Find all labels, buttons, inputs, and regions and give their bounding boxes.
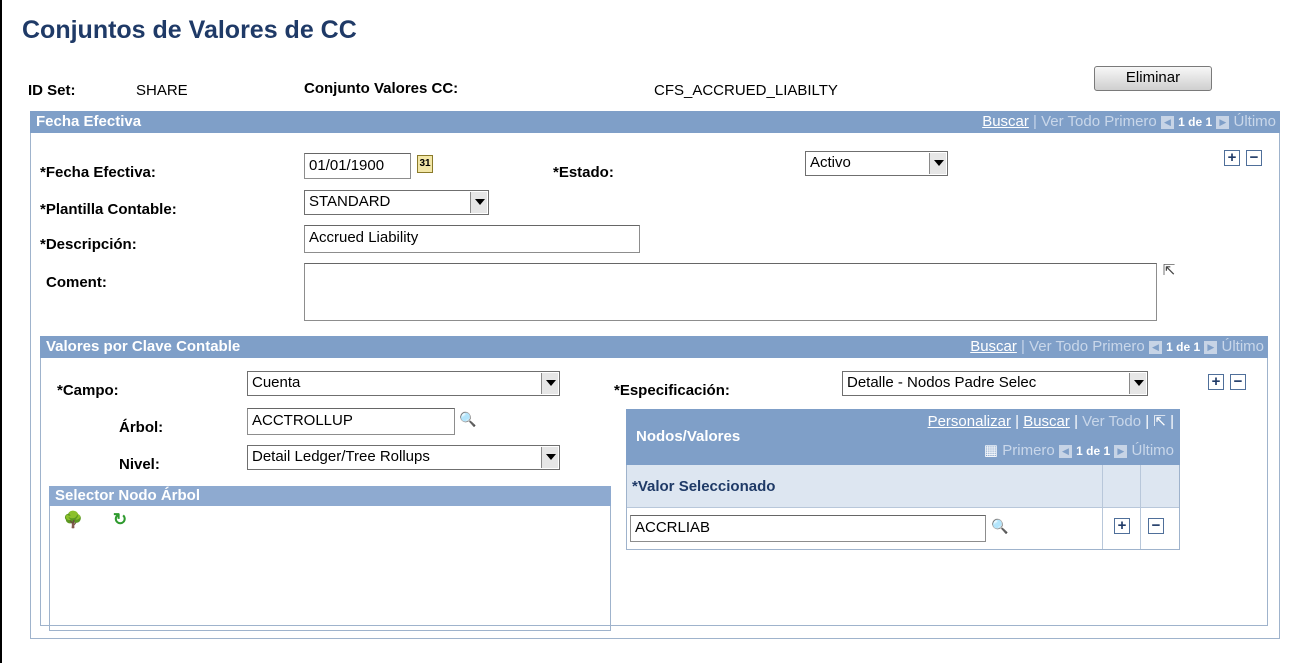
coment-label: Coment: [46, 274, 107, 291]
descripcion-label: *Descripción: [40, 236, 137, 253]
plantilla-dropdown-icon[interactable] [470, 192, 487, 213]
campo-value: Cuenta [252, 374, 301, 391]
fecha-efectiva-input[interactable]: 01/01/1900 [304, 153, 411, 179]
page: Conjuntos de Valores de CC ID Set: SHARE… [0, 0, 1313, 663]
especificacion-dropdown-icon[interactable] [1129, 373, 1146, 394]
fecha-nav-sep: | [1033, 113, 1037, 130]
nodos-nav-top: Personalizar | Buscar | Ver Todo | ⇱ | [928, 413, 1174, 431]
fecha-ultimo-link[interactable]: Último [1233, 113, 1276, 130]
valores-count: 1 de 1 [1166, 340, 1201, 354]
nodos-buscar-link[interactable]: Buscar [1023, 413, 1070, 430]
valores-title: Valores por Clave Contable [46, 338, 241, 355]
fecha-nav: Buscar | Ver Todo Primero ◀ 1 de 1 ▶ Últ… [982, 111, 1276, 133]
nodos-sep-2: | [1074, 413, 1078, 430]
nodos-next-icon[interactable]: ▶ [1114, 444, 1128, 458]
arbol-search-icon[interactable]: 🔍 [458, 410, 478, 430]
estado-value: Activo [810, 154, 851, 171]
nodos-add-row-button[interactable]: + [1114, 518, 1130, 534]
nivel-select[interactable]: Detail Ledger/Tree Rollups [247, 445, 560, 470]
nodos-row-divider [627, 507, 1179, 508]
estado-select[interactable]: Activo [805, 151, 948, 176]
nivel-value: Detail Ledger/Tree Rollups [252, 448, 430, 465]
plantilla-value: STANDARD [309, 193, 391, 210]
selector-nodo-header: Selector Nodo Árbol [49, 486, 611, 506]
id-set-value: SHARE [136, 82, 188, 99]
conjunto-value: CFS_ACCRUED_LIABILTY [654, 82, 838, 99]
fecha-ver-todo-link[interactable]: Ver Todo [1041, 113, 1100, 130]
nodos-nav-bottom: ▦ Primero ◀ 1 de 1 ▶ Último [984, 442, 1174, 460]
grid-download-icon[interactable]: ▦ [984, 442, 998, 459]
nodos-ver-todo-link[interactable]: Ver Todo [1082, 413, 1141, 430]
arbol-label: Árbol: [119, 419, 164, 436]
valores-nav: Buscar | Ver Todo Primero ◀ 1 de 1 ▶ Últ… [970, 336, 1264, 358]
nivel-dropdown-icon[interactable] [541, 447, 558, 468]
fecha-delete-row-button[interactable]: − [1246, 150, 1262, 166]
valor-seleccionado-header: *Valor Seleccionado [632, 478, 776, 495]
selector-nodo-box [49, 486, 611, 631]
valores-ver-todo-link[interactable]: Ver Todo [1029, 338, 1088, 355]
nodos-sep-1: | [1015, 413, 1020, 430]
id-set-label: ID Set: [28, 82, 76, 99]
valores-header: Valores por Clave Contable Buscar | Ver … [40, 336, 1268, 358]
refresh-icon[interactable]: ↻ [110, 511, 130, 533]
plantilla-label: *Plantilla Contable: [40, 201, 177, 218]
campo-label: *Campo: [57, 382, 119, 399]
nodos-sep-4: | [1170, 413, 1174, 430]
especificacion-label: *Especificación: [614, 382, 730, 399]
plantilla-select[interactable]: STANDARD [304, 190, 489, 215]
valor-seleccionado-input[interactable]: ACCRLIAB [630, 515, 986, 542]
nodos-expand-icon[interactable]: ⇱ [1153, 413, 1166, 430]
fecha-efectiva-header: Fecha Efectiva Buscar | Ver Todo Primero… [30, 111, 1280, 133]
fecha-efectiva-title: Fecha Efectiva [36, 113, 142, 130]
nodos-header: Nodos/Valores Personalizar | Buscar | Ve… [626, 409, 1180, 465]
tree-icon[interactable]: 🌳 [62, 512, 84, 534]
valores-nav-sep: | [1021, 338, 1025, 355]
descripcion-input[interactable]: Accrued Liability [304, 225, 640, 253]
valores-buscar-link[interactable]: Buscar [970, 338, 1017, 355]
eliminar-button[interactable]: Eliminar [1094, 66, 1212, 91]
especificacion-value: Detalle - Nodos Padre Selec [847, 374, 1037, 391]
campo-dropdown-icon[interactable] [541, 373, 558, 394]
fecha-primero-link[interactable]: Primero [1104, 113, 1157, 130]
fecha-prev-icon[interactable]: ◀ [1160, 115, 1174, 129]
nodos-ultimo-link[interactable]: Último [1131, 442, 1174, 459]
nodos-prev-icon[interactable]: ◀ [1058, 444, 1072, 458]
valores-add-row-button[interactable]: + [1208, 374, 1224, 390]
valores-next-icon[interactable]: ▶ [1204, 340, 1218, 354]
fecha-count: 1 de 1 [1178, 115, 1213, 129]
arbol-input[interactable]: ACCTROLLUP [247, 408, 455, 435]
nodos-title: Nodos/Valores [636, 428, 741, 445]
valores-primero-link[interactable]: Primero [1092, 338, 1145, 355]
nodos-sep-3: | [1145, 413, 1150, 430]
valores-ultimo-link[interactable]: Último [1221, 338, 1264, 355]
valor-search-icon[interactable]: 🔍 [990, 517, 1010, 537]
page-title: Conjuntos de Valores de CC [22, 16, 357, 44]
expand-icon[interactable]: ⇱ [1159, 262, 1179, 280]
personalizar-link[interactable]: Personalizar [928, 413, 1011, 430]
nodos-primero-link[interactable]: Primero [1002, 442, 1055, 459]
campo-select[interactable]: Cuenta [247, 371, 560, 396]
valores-prev-icon[interactable]: ◀ [1148, 340, 1162, 354]
especificacion-select[interactable]: Detalle - Nodos Padre Selec [842, 371, 1148, 396]
estado-dropdown-icon[interactable] [929, 153, 946, 174]
estado-label: *Estado: [553, 164, 614, 181]
fecha-add-row-button[interactable]: + [1224, 150, 1240, 166]
fecha-buscar-link[interactable]: Buscar [982, 113, 1029, 130]
nodos-count: 1 de 1 [1076, 444, 1111, 458]
fecha-efectiva-label: *Fecha Efectiva: [40, 164, 156, 181]
nivel-label: Nivel: [119, 456, 160, 473]
valores-delete-row-button[interactable]: − [1230, 374, 1246, 390]
nodos-delete-row-button[interactable]: − [1148, 518, 1164, 534]
fecha-next-icon[interactable]: ▶ [1216, 115, 1230, 129]
coment-textarea[interactable] [304, 263, 1157, 321]
calendar-icon[interactable]: 31 [417, 155, 433, 173]
conjunto-label: Conjunto Valores CC: [304, 80, 459, 97]
